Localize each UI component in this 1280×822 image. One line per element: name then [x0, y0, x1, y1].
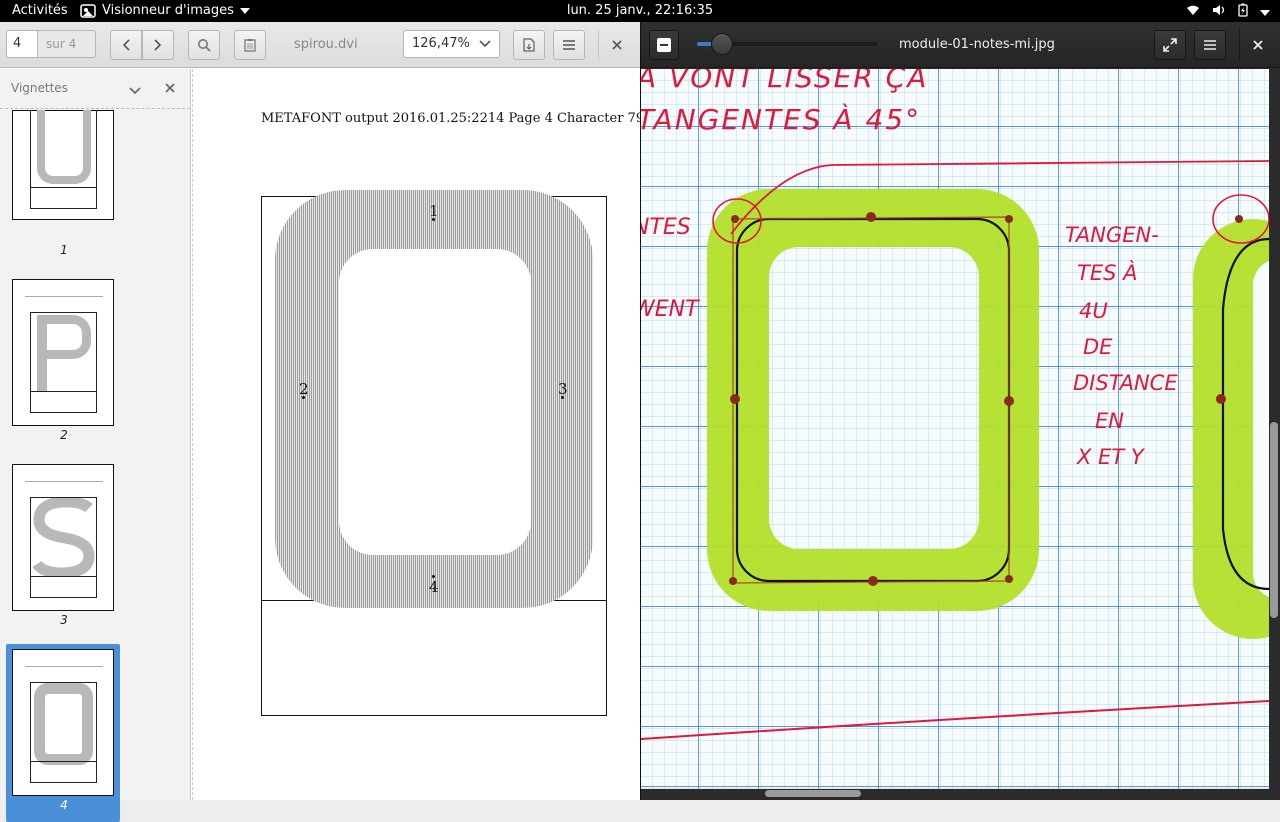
thumbnail-baseline-box [30, 576, 97, 598]
image-viewer-headerbar: module-01-notes-mi.jpg [641, 22, 1280, 68]
close-icon [165, 83, 175, 93]
zoom-out-button[interactable] [649, 30, 679, 60]
chevron-down-icon [479, 37, 491, 52]
close-button[interactable] [608, 36, 626, 54]
handwritten-note: DISTANCE [1073, 371, 1178, 395]
thumbnail-glyph-box [30, 497, 97, 577]
sidebar-close-button[interactable] [165, 82, 175, 96]
system-menu-chevron-icon [1260, 5, 1270, 20]
close-icon [1253, 40, 1263, 50]
thumbnail-page-2[interactable] [12, 279, 114, 426]
battery-icon [1238, 3, 1248, 21]
handwritten-note: A VONT LISSER ÇA [641, 69, 929, 94]
handwritten-note: DE [1083, 335, 1113, 359]
header-separator [1239, 30, 1240, 60]
handwritten-note: X ET Y [1077, 445, 1144, 469]
annotations-button[interactable] [234, 30, 266, 60]
thumbnail-glyph-o [34, 683, 93, 765]
volume-icon [1212, 4, 1226, 20]
chevron-right-icon [154, 39, 162, 51]
document-view[interactable]: METAFONT output 2016.01.25:2214 Page 4 C… [192, 69, 644, 800]
close-button[interactable] [1249, 36, 1267, 54]
next-page-button[interactable] [142, 30, 174, 60]
zoom-value: 126,47% [412, 36, 470, 51]
zoom-selector[interactable]: 126,47% [403, 30, 500, 58]
image-filename: module-01-notes-mi.jpg [899, 37, 1055, 52]
thumbnail-sidebar: Vignettes 1 2 3 4 [0, 69, 191, 822]
thumbnail-glyph-d [37, 110, 91, 184]
handwritten-note: 4U [1079, 299, 1108, 323]
chevron-down-icon [129, 87, 141, 95]
thumbnail-page-3[interactable] [12, 464, 114, 611]
point-marker [432, 218, 435, 221]
page-header-text: METAFONT output 2016.01.25:2214 Page 4 C… [261, 111, 645, 126]
horizontal-scrollbar[interactable] [765, 790, 861, 797]
hamburger-icon [1204, 40, 1216, 50]
sidebar-mode-dropdown[interactable] [129, 84, 141, 98]
metafont-glyph-o-counter [339, 249, 531, 555]
wifi-icon [1186, 4, 1200, 20]
thumbnail-label: 3 [60, 613, 68, 627]
thumbnail-label: 1 [60, 243, 68, 257]
handwritten-note: WENT [641, 297, 699, 322]
close-icon [612, 40, 622, 50]
vertical-scrollbar[interactable] [1270, 422, 1278, 618]
thumbnail-header-line [25, 481, 103, 482]
point-label: 4 [429, 578, 439, 596]
thumbnail-page-1[interactable] [12, 110, 114, 220]
clipboard-icon [244, 39, 256, 52]
sidebar-header: Vignettes [0, 69, 190, 109]
system-tray[interactable] [1186, 3, 1270, 21]
thumbnail-glyph-p-bowl [37, 315, 91, 359]
sketch-image [641, 69, 1269, 789]
top-bar: Activités Visionneur d'images lun. 25 ja… [0, 0, 1280, 22]
thumbnail-label: 2 [60, 428, 68, 442]
point-marker [561, 396, 564, 399]
find-button[interactable] [188, 30, 220, 60]
handwritten-note: NTES [641, 215, 691, 240]
page-count-label: sur 4 [38, 30, 96, 58]
zoom-slider-handle[interactable] [711, 33, 734, 55]
document-viewer-headerbar: 4 sur 4 spirou.dvi 126,47% [0, 22, 640, 68]
handwritten-note: TANGEN- [1065, 223, 1159, 247]
previous-page-button[interactable] [110, 30, 142, 60]
fullscreen-button[interactable] [1154, 30, 1186, 60]
handwritten-note: EN [1095, 409, 1124, 433]
thumbnail-glyph-s [32, 498, 95, 576]
clock[interactable]: lun. 25 janv., 22:16:35 [0, 3, 1280, 18]
page-number-input[interactable]: 4 [6, 30, 38, 58]
thumbnail-baseline-box [30, 391, 97, 413]
handwritten-note: TES À [1077, 261, 1138, 285]
document-viewer-window: 4 sur 4 spirou.dvi 126,47% Vignettes 1 2… [0, 22, 644, 822]
fullscreen-icon [1163, 38, 1177, 52]
open-document-button[interactable] [513, 30, 545, 60]
thumbnail-header-line [25, 666, 103, 667]
zoom-out-icon [657, 38, 671, 52]
menu-button[interactable] [1194, 30, 1226, 60]
glyph-descender-box [261, 600, 607, 716]
hamburger-icon [563, 40, 575, 50]
chevron-left-icon [122, 39, 130, 51]
thumbnail-page-4[interactable] [12, 649, 114, 796]
image-viewer-window: module-01-notes-mi.jpg A VONT LISSER ÇA … [640, 22, 1280, 800]
point-marker [302, 396, 305, 399]
thumbnail-glyph-box [30, 312, 97, 392]
sidebar-title: Vignettes [11, 81, 68, 95]
search-icon [198, 39, 211, 52]
thumbnail-baseline-box [30, 761, 97, 783]
handwritten-note: TANGENTES À 45° [641, 103, 922, 136]
thumbnail-baseline-box [30, 187, 97, 209]
thumbnail-header-line [25, 296, 103, 297]
thumbnail-glyph-box [30, 110, 97, 188]
header-separator [598, 30, 599, 60]
thumbnail-label: 4 [60, 798, 68, 812]
image-canvas[interactable]: A VONT LISSER ÇA TANGENTES À 45° NTES WE… [641, 69, 1269, 789]
zoom-slider[interactable] [697, 33, 877, 55]
document-icon [523, 38, 535, 52]
thumbnail-glyph-box [30, 682, 97, 765]
menu-button[interactable] [553, 30, 585, 60]
document-title: spirou.dvi [294, 37, 358, 52]
